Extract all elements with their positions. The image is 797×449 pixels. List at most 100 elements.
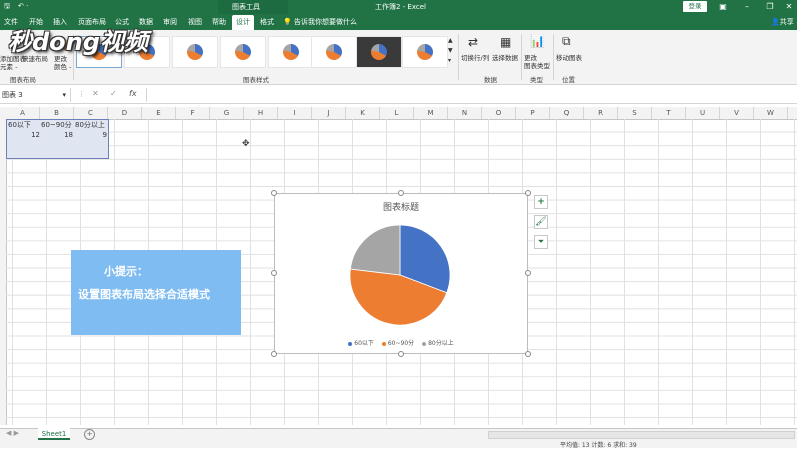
chart-style-6[interactable]	[311, 36, 357, 68]
column-header-m[interactable]: M	[414, 107, 448, 119]
mouse-cursor-icon: ✥	[242, 139, 250, 149]
legend-swatch	[422, 341, 427, 346]
chart-style-3[interactable]	[172, 36, 218, 68]
share-button[interactable]: 👤共享	[771, 17, 794, 27]
tab-review[interactable]: 审阅	[163, 17, 177, 27]
lightbulb-icon: 💡	[283, 18, 294, 26]
change-chart-type-icon: 📊	[530, 34, 545, 48]
save-icon[interactable]: 🖫	[4, 2, 10, 13]
column-header-n[interactable]: N	[448, 107, 482, 119]
legend-item: 60以下	[348, 338, 374, 347]
login-button[interactable]: 登录	[683, 1, 707, 12]
sheet-nav-arrows[interactable]: ◀ ▶	[6, 429, 19, 437]
legend-label: 80分以上	[428, 340, 454, 347]
change-colors-button[interactable]: 更改 颜色 -	[54, 55, 71, 71]
column-header-q[interactable]: Q	[550, 107, 584, 119]
chart-style-5[interactable]	[268, 36, 314, 68]
column-header-k[interactable]: K	[346, 107, 380, 119]
resize-handle[interactable]	[398, 351, 404, 357]
minimize-icon[interactable]: –	[740, 1, 754, 13]
ribbon-options-icon[interactable]: ▣	[716, 1, 730, 13]
tell-me-search[interactable]: 💡 告诉我你想要做什么	[283, 17, 357, 27]
tip-body: 设置图表布局选择合适模式	[78, 288, 210, 301]
filter-icon: ⏷	[537, 237, 545, 246]
style-preview-pie	[371, 44, 387, 60]
chart-style-8[interactable]	[402, 36, 448, 68]
gallery-scroll[interactable]: ▲ ▼ ▾	[448, 36, 453, 66]
style-preview-pie	[187, 44, 203, 60]
switch-row-column-button[interactable]: 切换行/列	[461, 54, 489, 62]
style-preview-pie	[326, 44, 342, 60]
add-sheet-button[interactable]: +	[84, 429, 95, 440]
column-header-r[interactable]: R	[584, 107, 618, 119]
tab-help[interactable]: 帮助	[212, 17, 226, 27]
pie-slice-3[interactable]	[349, 224, 401, 276]
chart-style-4[interactable]	[220, 36, 266, 68]
chart-filters-button[interactable]: ⏷	[534, 235, 548, 249]
sheet-tab-sheet1[interactable]: Sheet1	[38, 428, 70, 440]
undo-icon[interactable]: ↶ ·	[18, 2, 28, 10]
column-header-h[interactable]: H	[244, 107, 278, 119]
horizontal-scrollbar[interactable]	[488, 431, 795, 439]
chart-style-7[interactable]	[356, 36, 402, 68]
ribbon-separator	[458, 34, 459, 80]
column-header-t[interactable]: T	[652, 107, 686, 119]
column-header-i[interactable]: I	[278, 107, 312, 119]
tab-view[interactable]: 视图	[188, 17, 202, 27]
column-header-v[interactable]: V	[720, 107, 754, 119]
maximize-icon[interactable]: ❐	[763, 1, 777, 13]
column-header-l[interactable]: L	[380, 107, 414, 119]
legend-item: 60~90分	[381, 338, 415, 347]
column-header-a[interactable]: A	[6, 107, 40, 119]
column-header-g[interactable]: G	[210, 107, 244, 119]
name-box-value: 图表 3	[2, 91, 23, 99]
resize-handle[interactable]	[525, 190, 531, 196]
chart-tools-label: 图表工具	[232, 3, 260, 11]
legend-label: 60~90分	[387, 340, 415, 347]
column-header-u[interactable]: U	[686, 107, 720, 119]
column-header-w[interactable]: W	[754, 107, 788, 119]
formula-input[interactable]	[146, 88, 797, 102]
column-header-b[interactable]: B	[40, 107, 74, 119]
ribbon-separator	[521, 34, 522, 80]
name-box[interactable]: 图表 3 ▾	[0, 88, 71, 102]
select-data-button[interactable]: 选择数据	[492, 54, 518, 62]
resize-handle[interactable]	[271, 190, 277, 196]
resize-handle[interactable]	[525, 351, 531, 357]
tab-format[interactable]: 格式	[260, 17, 274, 27]
resize-handle[interactable]	[271, 351, 277, 357]
close-icon[interactable]: ✕	[782, 1, 796, 13]
column-header-f[interactable]: F	[176, 107, 210, 119]
column-header-e[interactable]: E	[142, 107, 176, 119]
column-header-p[interactable]: P	[516, 107, 550, 119]
style-preview-pie	[417, 44, 433, 60]
insert-function-icon[interactable]: fx	[129, 89, 137, 98]
cell-b2[interactable]: 18	[41, 129, 73, 141]
cell-c2[interactable]: 9	[75, 129, 107, 141]
legend-swatch	[381, 341, 386, 346]
resize-handle[interactable]	[525, 270, 531, 276]
cell-a2[interactable]: 12	[8, 129, 40, 141]
style-preview-pie	[283, 44, 299, 60]
group-type: 类型	[530, 76, 543, 84]
column-header-d[interactable]: D	[108, 107, 142, 119]
resize-handle[interactable]	[398, 190, 404, 196]
chart-title[interactable]: 图表标题	[274, 200, 528, 213]
person-icon: 👤	[771, 18, 780, 26]
column-header-j[interactable]: J	[312, 107, 346, 119]
move-chart-button[interactable]: 移动图表	[556, 54, 582, 62]
style-preview-pie	[235, 44, 251, 60]
chart-legend[interactable]: 60以下 60~90分 80分以上	[274, 338, 528, 347]
tab-design[interactable]: 设计	[232, 15, 254, 30]
column-header-c[interactable]: C	[74, 107, 108, 119]
resize-handle[interactable]	[271, 270, 277, 276]
change-chart-type-button[interactable]: 更改 图表类型	[524, 54, 550, 70]
group-location: 位置	[562, 76, 575, 84]
cancel-icon[interactable]: ✕	[92, 89, 99, 98]
confirm-icon[interactable]: ✓	[110, 89, 117, 98]
chart-elements-button[interactable]: +	[534, 195, 548, 209]
column-header-o[interactable]: O	[482, 107, 516, 119]
pie-plot[interactable]	[349, 222, 451, 328]
column-header-s[interactable]: S	[618, 107, 652, 119]
chart-styles-button[interactable]: 🖌	[534, 215, 548, 229]
